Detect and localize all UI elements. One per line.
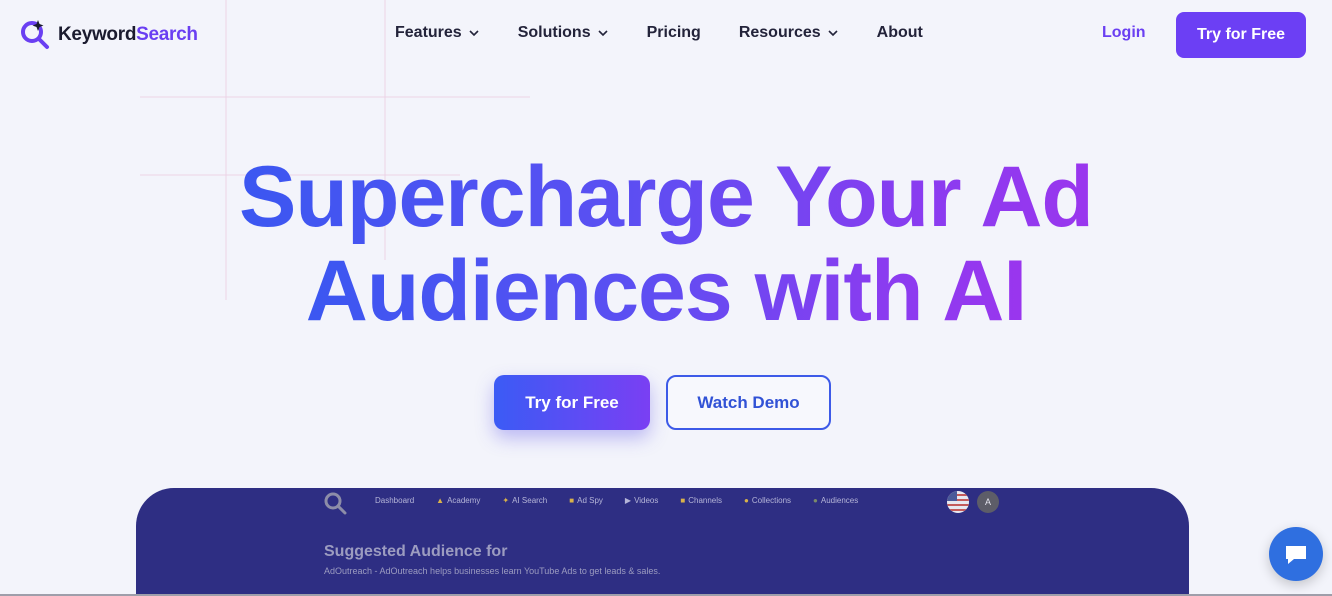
brand-name: KeywordSearch <box>58 24 198 45</box>
nav-item-about[interactable]: About <box>877 24 923 42</box>
app-nav-label: Dashboard <box>375 496 415 505</box>
app-nav-label: Videos <box>634 496 659 505</box>
chevron-down-icon <box>598 30 608 37</box>
site-header: KeywordSearch Features Solutions Pricing… <box>0 0 1332 70</box>
app-nav-videos[interactable]: ▶ Videos <box>625 496 658 505</box>
login-link[interactable]: Login <box>1102 24 1146 42</box>
app-nav-label: Academy <box>447 496 481 505</box>
us-flag-icon[interactable] <box>947 491 969 513</box>
audiences-icon: ● <box>813 496 818 505</box>
app-nav-audiences[interactable]: ● Audiences <box>813 496 858 505</box>
nav-item-resources[interactable]: Resources <box>739 24 839 42</box>
ad-spy-icon: ■ <box>569 496 575 505</box>
hero-line-1: Supercharge Your Ad <box>239 149 1094 245</box>
hero-headline: Supercharge Your Ad Audiences with AI <box>0 150 1332 338</box>
app-nav-label: Audiences <box>820 496 859 505</box>
academy-icon: ▲ <box>436 496 445 505</box>
nav-label: Resources <box>738 24 821 41</box>
hero-line-2: Audiences with AI <box>305 243 1027 339</box>
hero-try-free-button[interactable]: Try for Free <box>494 375 650 430</box>
nav-label: About <box>876 24 923 41</box>
app-nav-channels[interactable]: ■ Channels <box>680 496 722 505</box>
app-nav-dashboard[interactable]: Dashboard <box>375 496 414 505</box>
app-nav-label: Collections <box>751 496 792 505</box>
suggested-audience-title: Suggested Audience for <box>324 543 508 560</box>
avatar[interactable]: A <box>977 491 999 513</box>
app-nav-label: Ad Spy <box>577 496 603 505</box>
nav-label: Pricing <box>646 24 701 41</box>
magnifier-sparkle-icon <box>21 20 49 49</box>
nav-item-pricing[interactable]: Pricing <box>647 24 701 42</box>
chevron-down-icon <box>828 30 838 37</box>
channels-icon: ■ <box>680 496 686 505</box>
nav-label: Solutions <box>517 24 591 41</box>
app-preview: Dashboard ▲ Academy ✦ AI Search ■ Ad Spy ▶ V… <box>136 488 1189 596</box>
app-nav-label: Channels <box>688 496 723 505</box>
app-nav-ai-search[interactable]: ✦ AI Search <box>502 496 547 505</box>
nav-label: Features <box>395 24 462 41</box>
play-icon: ▶ <box>624 496 632 505</box>
ai-search-icon: ✦ <box>502 496 510 505</box>
chat-icon <box>1286 546 1306 564</box>
chat-button[interactable] <box>1269 527 1323 581</box>
nav-item-solutions[interactable]: Solutions <box>518 24 609 42</box>
app-nav-collections[interactable]: ● Collections <box>744 496 791 505</box>
collections-icon: ● <box>744 496 749 505</box>
nav-item-features[interactable]: Features <box>395 24 480 42</box>
header-try-free-button[interactable]: Try for Free <box>1176 12 1306 58</box>
brand-logo[interactable]: KeywordSearch <box>18 18 198 52</box>
magnifier-icon <box>324 492 347 515</box>
app-nav: Dashboard ▲ Academy ✦ AI Search ■ Ad Spy ▶ V… <box>375 496 880 505</box>
suggested-audience-subtitle: AdOutreach - AdOutreach helps businesses… <box>324 566 661 576</box>
app-nav-ad-spy[interactable]: ■ Ad Spy <box>569 496 603 505</box>
app-nav-academy[interactable]: ▲ Academy <box>436 496 480 505</box>
chevron-down-icon <box>469 30 479 37</box>
watch-demo-button[interactable]: Watch Demo <box>666 375 831 430</box>
app-nav-label: AI Search <box>512 496 548 505</box>
main-nav: Features Solutions Pricing Resources Abo… <box>395 24 961 42</box>
